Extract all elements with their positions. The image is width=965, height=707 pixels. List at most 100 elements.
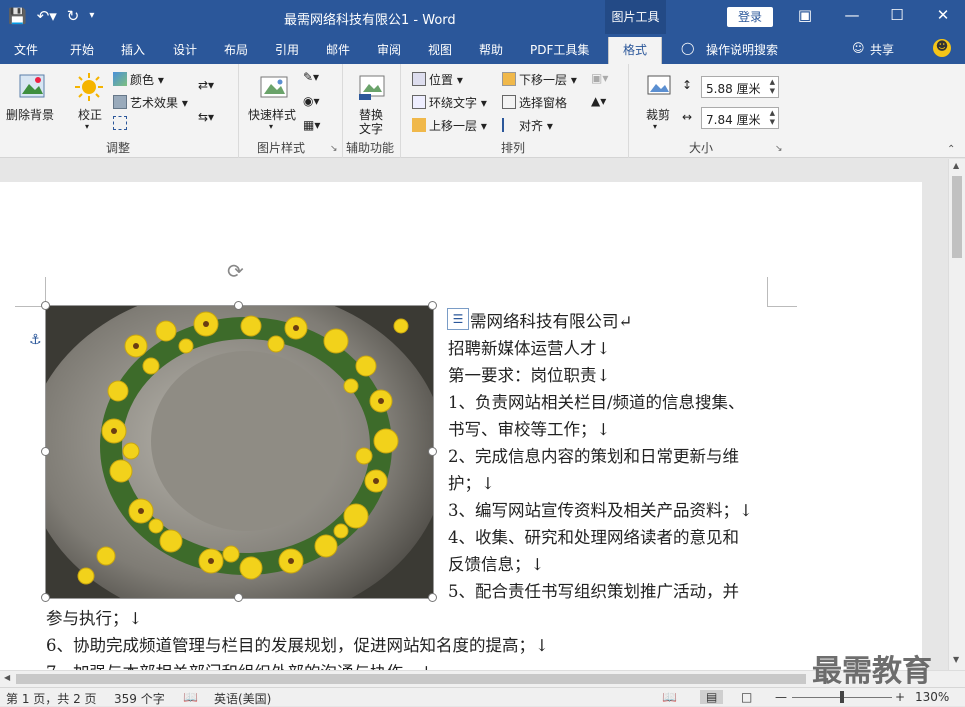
width-spinner-icon[interactable]: ▲ ▼: [770, 109, 775, 127]
horizontal-scroll-thumb[interactable]: [16, 674, 806, 684]
proofing-icon[interactable]: 📖: [183, 690, 198, 704]
zoom-slider-thumb[interactable]: [840, 691, 844, 703]
crop-dropdown-icon[interactable]: ▾: [653, 122, 657, 131]
send-backward-button[interactable]: 下移一层 ▾: [502, 71, 577, 88]
size-dialog-launcher-icon[interactable]: ↘: [775, 144, 783, 154]
resize-handle-se[interactable]: [428, 593, 437, 602]
dialog-launcher-icon[interactable]: ↘: [330, 144, 338, 154]
collapse-ribbon-icon[interactable]: ⌃: [947, 144, 955, 155]
picture-tools-label: 图片工具: [605, 0, 666, 34]
width-icon: ↔: [682, 110, 693, 124]
tab-help[interactable]: 帮助: [479, 41, 503, 58]
scroll-left-icon[interactable]: ◀: [4, 673, 10, 682]
ribbon-display-options-icon[interactable]: ▣: [795, 6, 815, 24]
tab-references[interactable]: 引用: [275, 41, 299, 58]
bring-forward-icon: [412, 118, 426, 132]
tab-review[interactable]: 审阅: [377, 41, 401, 58]
tell-me-search[interactable]: 操作说明搜索: [706, 41, 778, 58]
tab-format[interactable]: 格式: [608, 37, 663, 64]
wrap-text-button[interactable]: 环绕文字 ▾: [412, 94, 487, 111]
tab-design[interactable]: 设计: [173, 41, 197, 58]
maximize-icon[interactable]: ☐: [887, 6, 907, 24]
tab-file[interactable]: 文件: [14, 41, 38, 58]
quick-styles-button[interactable]: 快速样式: [248, 106, 296, 123]
vertical-scroll-thumb[interactable]: [952, 176, 962, 258]
width-input[interactable]: 7.84 厘米 ▲ ▼: [701, 107, 779, 129]
color-button[interactable]: 颜色 ▾: [113, 71, 164, 88]
login-button[interactable]: 登录: [727, 7, 773, 27]
text-line: 反馈信息；↓: [448, 555, 545, 574]
tab-view[interactable]: 视图: [428, 41, 452, 58]
scroll-down-icon[interactable]: ▼: [953, 655, 959, 664]
quick-styles-dropdown-icon[interactable]: ▾: [269, 122, 273, 131]
watermark-text: 最需教育: [812, 654, 932, 689]
tab-pdf-tools[interactable]: PDF工具集: [530, 41, 589, 58]
bring-forward-button[interactable]: 上移一层 ▾: [412, 117, 487, 134]
send-backward-icon: [502, 72, 516, 86]
remove-background-button[interactable]: 删除背景: [6, 106, 54, 123]
width-value: 7.84 厘米: [706, 113, 761, 127]
height-value: 5.88 厘米: [706, 82, 761, 96]
scroll-up-icon[interactable]: ▲: [953, 161, 959, 170]
tab-layout[interactable]: 布局: [224, 41, 248, 58]
margin-mark: [767, 306, 797, 307]
share-button[interactable]: 共享: [870, 41, 894, 58]
resize-handle-sw[interactable]: [41, 593, 50, 602]
minimize-icon[interactable]: —: [842, 6, 862, 24]
compress-pictures-icon[interactable]: ⇄▾: [198, 78, 214, 92]
bring-forward-label: 上移一层: [429, 119, 478, 133]
web-layout-icon[interactable]: □: [741, 690, 752, 704]
selection-pane-button[interactable]: 选择窗格: [502, 94, 567, 111]
customize-qat-icon[interactable]: ▾: [89, 7, 94, 25]
text-line: 1、负责网站相关栏目/频道的信息搜集、: [448, 393, 745, 412]
transparency-icon[interactable]: [113, 116, 130, 131]
position-button[interactable]: 位置 ▾: [412, 71, 463, 88]
group-objects-icon[interactable]: ▣▾: [591, 71, 608, 85]
text-line: 参与执行；↓: [46, 609, 143, 628]
crop-icon: [647, 75, 671, 95]
correct-button[interactable]: 校正: [78, 106, 102, 123]
language-indicator[interactable]: 英语(美国): [214, 690, 271, 707]
close-icon[interactable]: ✕: [933, 6, 953, 24]
tab-mailings[interactable]: 邮件: [326, 41, 350, 58]
print-layout-icon[interactable]: ▤: [700, 690, 724, 704]
ribbon: 删除背景 校正 ▾ 颜色 ▾ 艺术效果 ▾ ⇄▾ ⇆▾ 调整 快速样式 ▾ ✎▾…: [0, 64, 965, 158]
resize-handle-e[interactable]: [428, 447, 437, 456]
picture-border-icon[interactable]: ✎▾: [303, 70, 319, 84]
tab-insert[interactable]: 插入: [121, 41, 145, 58]
color-icon: [113, 72, 127, 86]
page-count[interactable]: 第 1 页，共 2 页: [6, 690, 97, 707]
align-button[interactable]: 对齐 ▾: [502, 117, 553, 134]
artistic-effects-button[interactable]: 艺术效果 ▾: [113, 94, 188, 111]
undo-icon[interactable]: ↶▾: [37, 7, 57, 25]
layout-options-icon[interactable]: ☰: [447, 308, 469, 330]
smiley-feedback-icon[interactable]: ☻: [933, 39, 951, 57]
save-icon[interactable]: 💾: [8, 7, 27, 25]
zoom-out-icon[interactable]: —: [775, 690, 787, 704]
rotate-handle-icon[interactable]: ⟳: [227, 259, 244, 283]
picture-layout-icon[interactable]: ▦▾: [303, 118, 320, 132]
correct-dropdown-icon[interactable]: ▾: [85, 122, 89, 131]
read-mode-icon[interactable]: 📖: [662, 690, 677, 704]
resize-handle-w[interactable]: [41, 447, 50, 456]
resize-handle-nw[interactable]: [41, 301, 50, 310]
zoom-in-icon[interactable]: +: [895, 690, 905, 704]
word-count[interactable]: 359 个字: [114, 690, 165, 707]
redo-icon[interactable]: ↻: [67, 7, 80, 25]
height-input[interactable]: 5.88 厘米 ▲ ▼: [701, 76, 779, 98]
resize-handle-n[interactable]: [234, 301, 243, 310]
height-spinner-icon[interactable]: ▲ ▼: [770, 78, 775, 96]
crop-button[interactable]: 裁剪: [646, 106, 670, 123]
change-picture-icon[interactable]: ⇆▾: [198, 110, 214, 124]
text-line: 3、编写网站宣传资料及相关产品资料；↓: [448, 501, 753, 520]
resize-handle-ne[interactable]: [428, 301, 437, 310]
rotate-icon[interactable]: ▲▾: [591, 94, 606, 108]
picture-effects-icon[interactable]: ◉▾: [303, 94, 320, 108]
document-page[interactable]: ⚓ ⟳ ☰ 需网络科技有限公司↵ 招聘新媒体运营人才↓ 第一要求：岗位职责↓ 1…: [0, 182, 922, 670]
vertical-scrollbar[interactable]: ▲ ▼: [948, 159, 965, 670]
zoom-level[interactable]: 130%: [915, 690, 949, 704]
tab-home[interactable]: 开始: [70, 41, 94, 58]
resize-handle-s[interactable]: [234, 593, 243, 602]
anchor-icon[interactable]: ⚓: [29, 332, 42, 348]
alt-text-line2[interactable]: 文字: [359, 120, 383, 137]
